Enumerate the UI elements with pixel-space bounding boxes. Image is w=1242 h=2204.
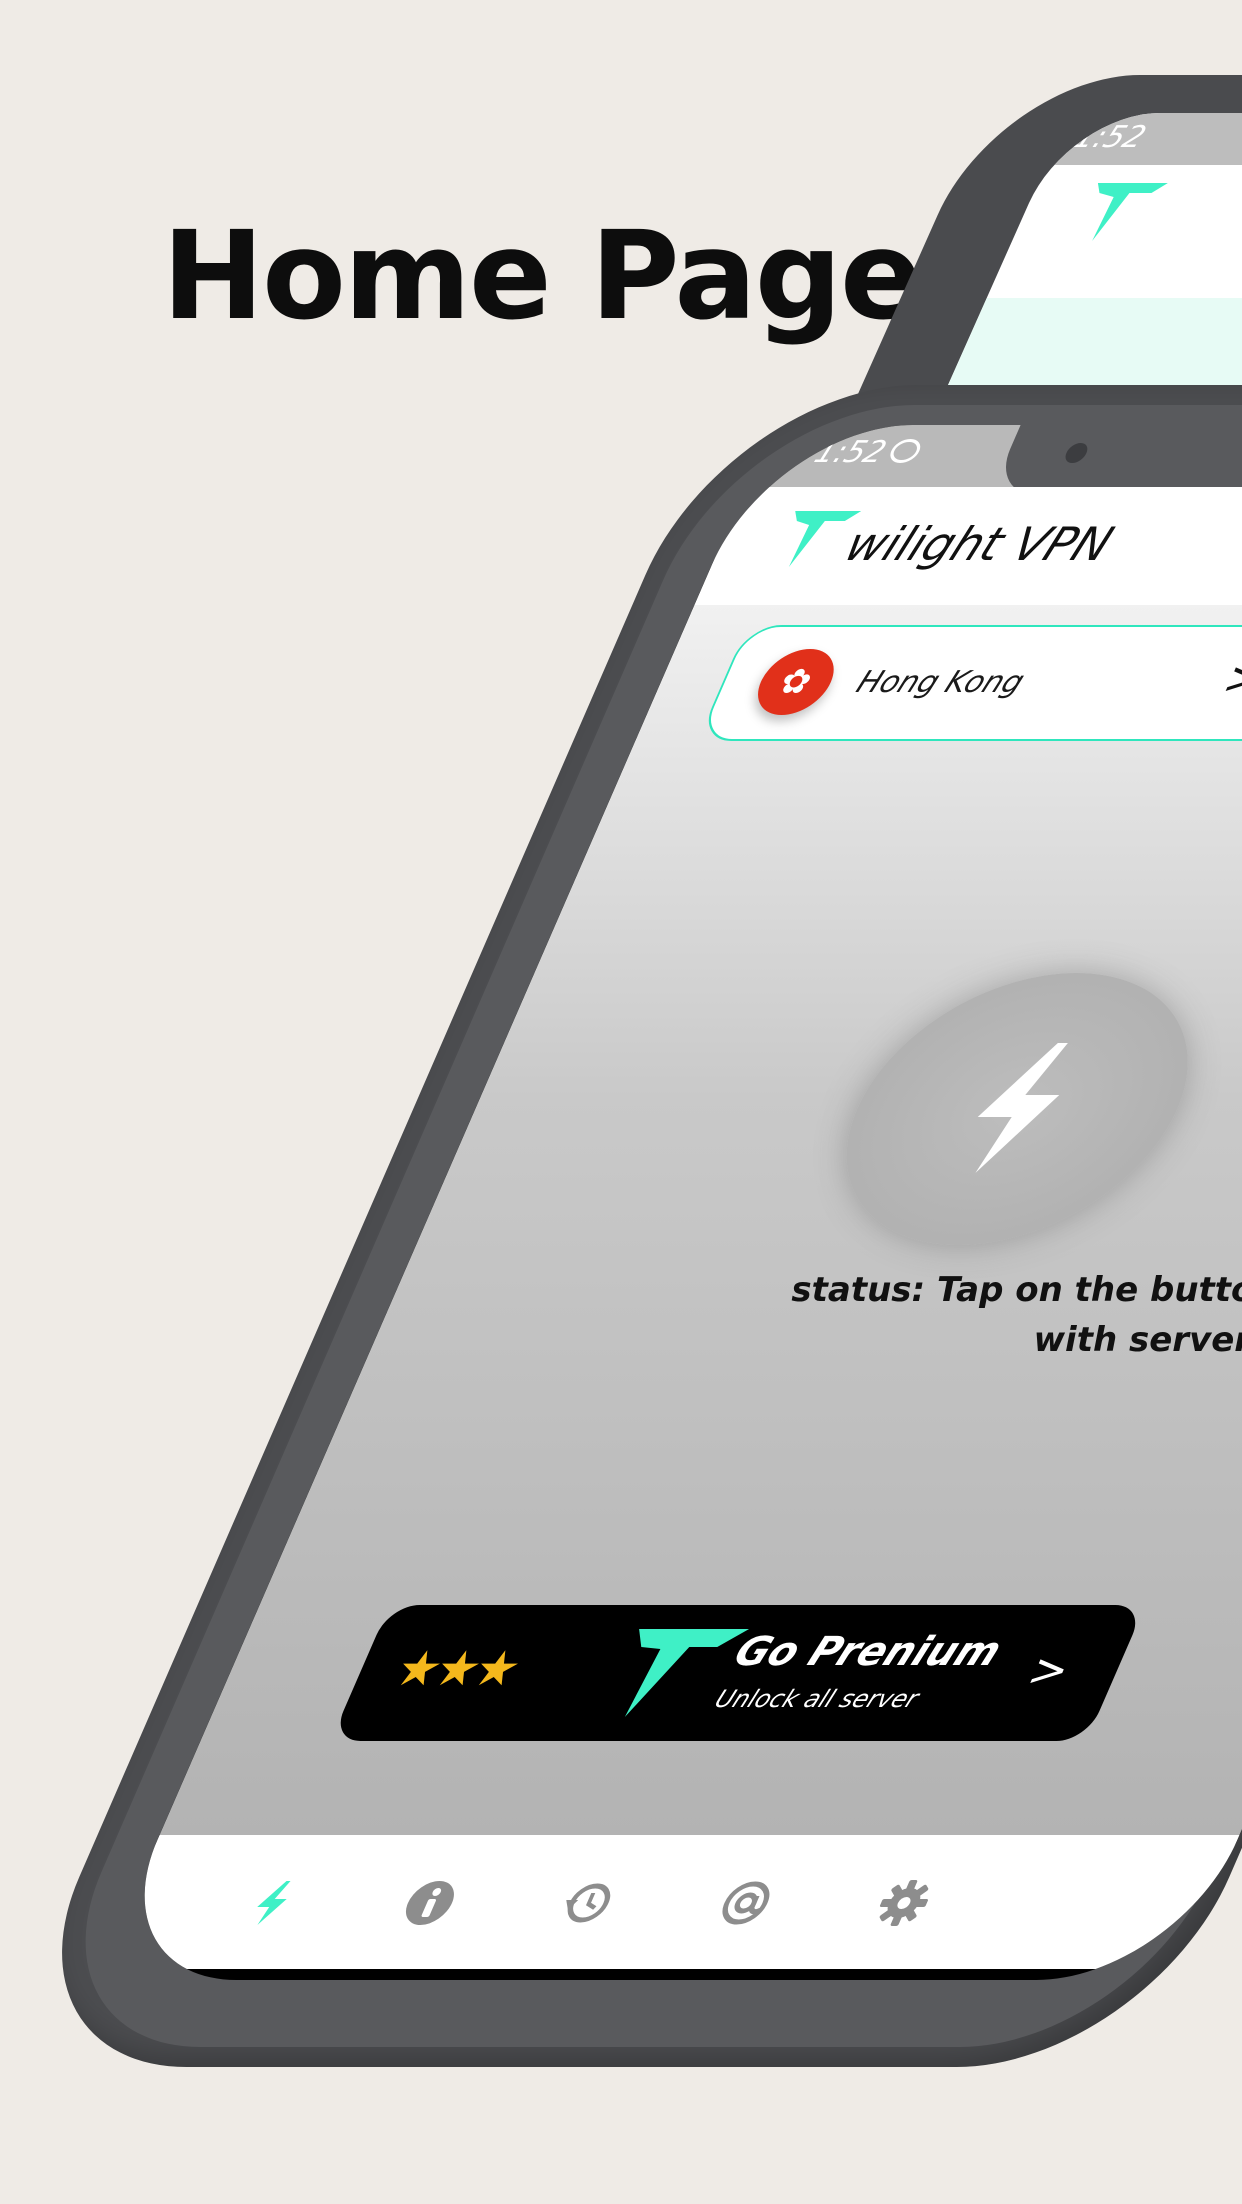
nav-info[interactable] — [396, 1879, 465, 1927]
phone-mockup: 1:52 wilight VPN ✿ Hong Kong > status: T… — [0, 385, 1242, 2067]
secondary-app-logo-icon — [1092, 183, 1168, 241]
gear-icon — [879, 1880, 929, 1926]
connect-button[interactable] — [798, 973, 1237, 1245]
premium-subtitle: Unlock all server — [710, 1685, 924, 1713]
server-name: Hong Kong — [851, 665, 1030, 700]
status-notification-icon — [886, 439, 925, 463]
secondary-status-bar: 1:52 — [1045, 113, 1242, 165]
secondary-status-time: 1:52 — [1068, 120, 1152, 155]
hong-kong-flag-icon: ✿ — [746, 649, 846, 715]
nav-history[interactable] — [554, 1879, 623, 1927]
chevron-right-icon: > — [1019, 1645, 1080, 1696]
history-icon — [566, 1883, 611, 1923]
lightning-bolt-icon — [975, 1043, 1068, 1173]
page-headline: Home Page — [162, 205, 923, 347]
server-selector[interactable]: ✿ Hong Kong > — [697, 625, 1242, 741]
nav-contact[interactable] — [712, 1879, 781, 1927]
info-icon — [405, 1881, 454, 1925]
connection-status-text: status: Tap on the button to connect wit… — [791, 1270, 1242, 1360]
front-camera — [1062, 443, 1091, 463]
go-premium-banner[interactable]: ★★★ Go Prenium Unlock all server > — [330, 1605, 1146, 1741]
phone-notch — [990, 425, 1242, 495]
lightning-bolt-icon — [257, 1881, 291, 1925]
app-bar: wilight VPN — [694, 487, 1242, 605]
home-content: ✿ Hong Kong > status: Tap on the button … — [159, 605, 1242, 1835]
nav-connect[interactable] — [238, 1879, 307, 1927]
nav-settings[interactable] — [870, 1879, 939, 1927]
status-time: 1:52 — [809, 435, 892, 470]
chevron-right-icon: > — [1215, 653, 1242, 704]
app-title: wilight VPN — [837, 517, 1122, 571]
rating-stars-icon: ★★★ — [385, 1641, 527, 1697]
bottom-navigation — [101, 1835, 1240, 1969]
premium-title: Go Prenium — [727, 1629, 1009, 1675]
at-sign-icon — [722, 1881, 770, 1925]
